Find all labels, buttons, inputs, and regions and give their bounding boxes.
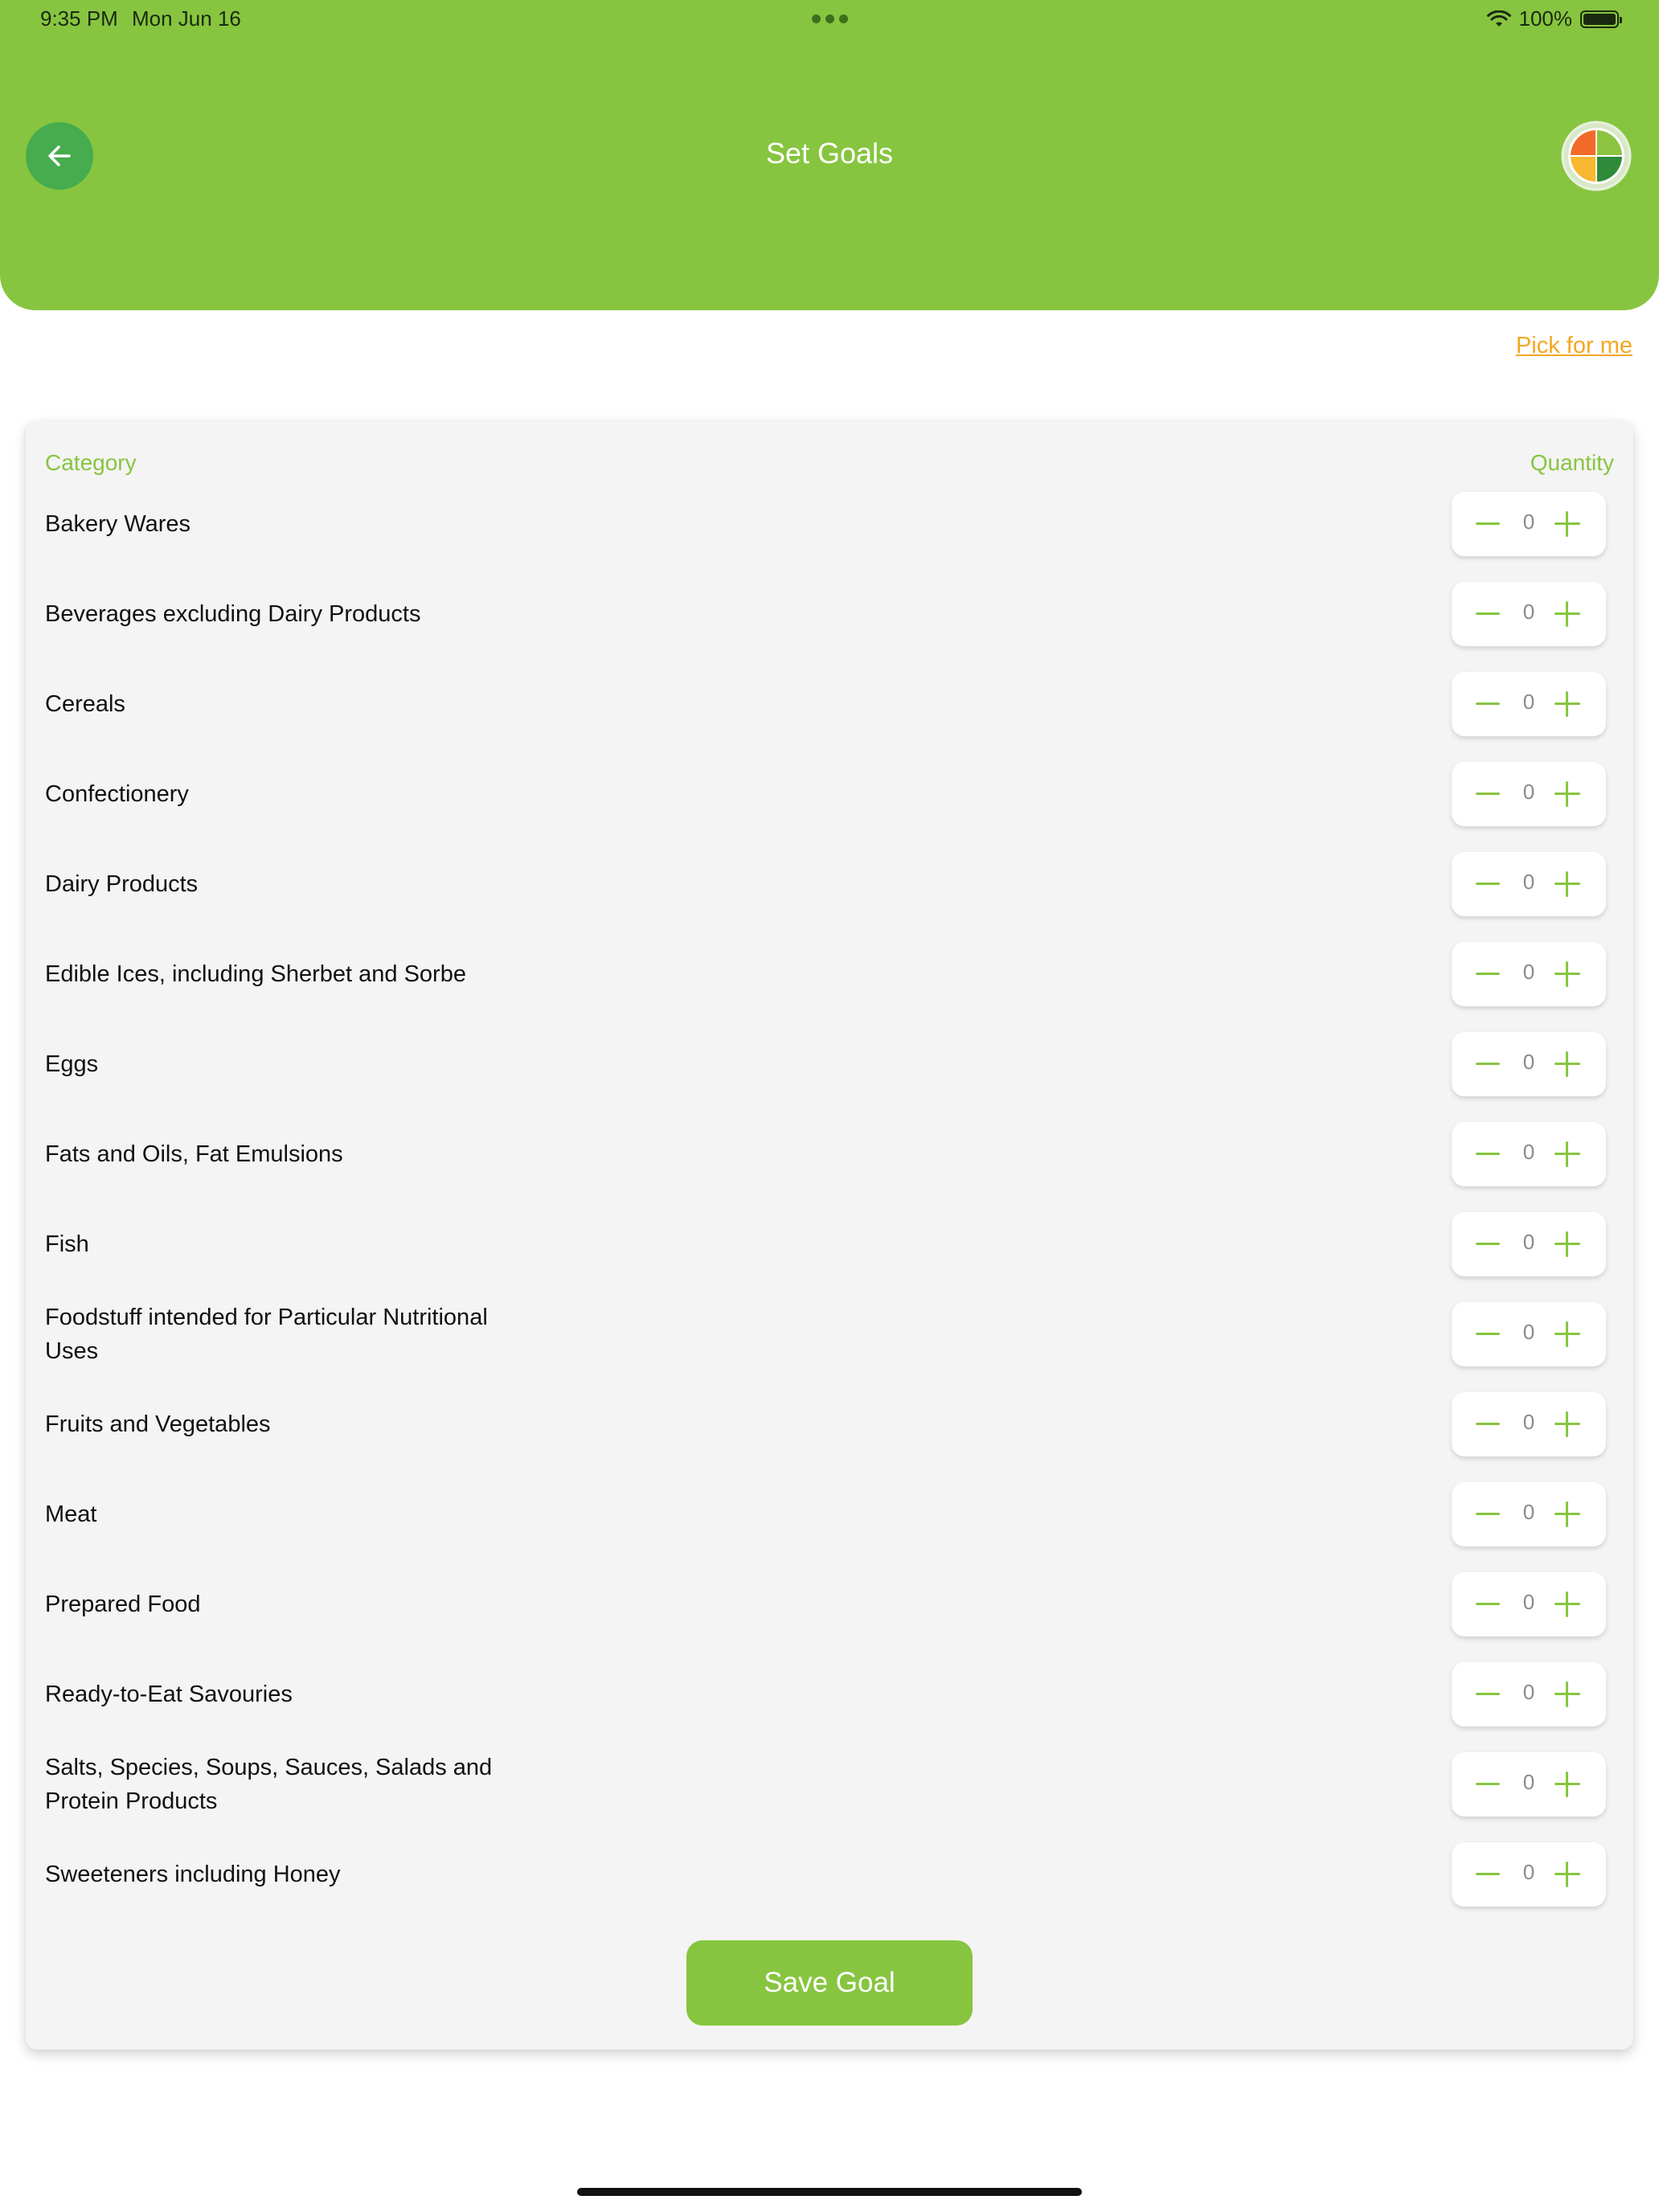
- quantity-stepper: 0: [1452, 1572, 1606, 1636]
- quantity-stepper: 0: [1452, 1482, 1606, 1546]
- plus-icon[interactable]: [1555, 871, 1580, 897]
- quantity-stepper: 0: [1452, 942, 1606, 1006]
- category-label: Bakery Wares: [45, 511, 191, 537]
- table-row: Confectionery 0: [26, 762, 1633, 826]
- quantity-value: 0: [1522, 1590, 1535, 1614]
- quantity-value: 0: [1522, 1140, 1535, 1164]
- save-goal-button[interactable]: Save Goal: [686, 1940, 973, 2026]
- goals-card: Category Quantity Bakery Wares 0 Beverages…: [26, 421, 1633, 2050]
- plus-icon[interactable]: [1555, 1501, 1580, 1527]
- quantity-stepper: 0: [1452, 1212, 1606, 1276]
- quantity-value: 0: [1522, 690, 1535, 714]
- quantity-value: 0: [1522, 600, 1535, 624]
- table-row: Dairy Products 0: [26, 852, 1633, 916]
- category-label: Cereals: [45, 691, 125, 717]
- plus-icon[interactable]: [1555, 1051, 1580, 1077]
- category-label: Eggs: [45, 1051, 99, 1077]
- plus-icon[interactable]: [1555, 1591, 1580, 1617]
- quantity-value: 0: [1522, 1050, 1535, 1074]
- category-label: Meat: [45, 1501, 97, 1527]
- quantity-value: 0: [1522, 510, 1535, 534]
- table-row: Beverages excluding Dairy Products 0: [26, 582, 1633, 646]
- plus-icon[interactable]: [1555, 1682, 1580, 1707]
- plus-icon[interactable]: [1555, 1231, 1580, 1257]
- quantity-value: 0: [1522, 1230, 1535, 1254]
- category-label: Fruits and Vegetables: [45, 1411, 271, 1437]
- quantity-value: 0: [1522, 1410, 1535, 1434]
- battery-percent: 100%: [1518, 6, 1573, 31]
- food-quadrant-logo-icon: [1561, 121, 1632, 191]
- plus-icon[interactable]: [1555, 1862, 1580, 1887]
- quantity-stepper: 0: [1452, 1662, 1606, 1727]
- status-right: 100%: [1486, 6, 1622, 31]
- quantity-stepper: 0: [1452, 1842, 1606, 1907]
- plus-icon[interactable]: [1555, 1772, 1580, 1797]
- table-row: Salts, Species, Soups, Sauces, Salads an…: [26, 1752, 1633, 1817]
- quantity-stepper: 0: [1452, 1302, 1606, 1366]
- quantity-stepper: 0: [1452, 762, 1606, 826]
- table-row: Fish 0: [26, 1212, 1633, 1276]
- quantity-value: 0: [1522, 1770, 1535, 1794]
- plus-icon[interactable]: [1555, 511, 1580, 537]
- quantity-stepper: 0: [1452, 1392, 1606, 1456]
- category-label: Fish: [45, 1231, 89, 1257]
- quantity-stepper: 0: [1452, 1122, 1606, 1186]
- category-label: Ready-to-Eat Savouries: [45, 1682, 293, 1707]
- quantity-stepper: 0: [1452, 672, 1606, 736]
- battery-fill: [1583, 13, 1616, 25]
- table-row: Foodstuff intended for Particular Nutrit…: [26, 1302, 1633, 1366]
- quantity-value: 0: [1522, 1680, 1535, 1704]
- quantity-value: 0: [1522, 870, 1535, 894]
- category-label: Fats and Oils, Fat Emulsions: [45, 1141, 343, 1167]
- category-label: Foodstuff intended for Particular Nutrit…: [45, 1305, 488, 1364]
- table-row: Fruits and Vegetables 0: [26, 1392, 1633, 1456]
- battery-icon: [1580, 10, 1622, 28]
- status-time: 9:35 PM: [40, 6, 118, 31]
- plus-icon[interactable]: [1555, 781, 1580, 807]
- plus-icon[interactable]: [1555, 691, 1580, 717]
- table-row: Cereals 0: [26, 672, 1633, 736]
- category-label: Edible Ices, including Sherbet and Sorbe: [45, 961, 466, 987]
- table-row: Sweeteners including Honey 0: [26, 1842, 1633, 1907]
- quantity-value: 0: [1522, 1860, 1535, 1884]
- plus-icon[interactable]: [1555, 961, 1580, 987]
- plus-icon[interactable]: [1555, 1141, 1580, 1167]
- category-label: Salts, Species, Soups, Sauces, Salads an…: [45, 1755, 493, 1814]
- category-label: Beverages excluding Dairy Products: [45, 601, 421, 627]
- category-label: Dairy Products: [45, 871, 199, 897]
- quantity-stepper: 0: [1452, 1752, 1606, 1817]
- table-row: Ready-to-Eat Savouries 0: [26, 1662, 1633, 1727]
- table-row: Prepared Food 0: [26, 1572, 1633, 1636]
- quantity-stepper: 0: [1452, 582, 1606, 646]
- status-bar: 9:35 PM Mon Jun 16 100%: [0, 0, 1659, 39]
- pick-for-me-link[interactable]: Pick for me: [1516, 333, 1632, 359]
- quantity-value: 0: [1522, 1500, 1535, 1524]
- status-date: Mon Jun 16: [132, 6, 241, 31]
- table-row: Bakery Wares 0: [26, 492, 1633, 556]
- home-indicator[interactable]: [577, 2188, 1082, 2196]
- table-row: Fats and Oils, Fat Emulsions 0: [26, 1122, 1633, 1186]
- quantity-stepper: 0: [1452, 852, 1606, 916]
- quantity-stepper: 0: [1452, 492, 1606, 556]
- quantity-stepper: 0: [1452, 1032, 1606, 1096]
- plus-icon[interactable]: [1555, 601, 1580, 627]
- category-label: Prepared Food: [45, 1591, 201, 1617]
- page-title: Set Goals: [765, 137, 894, 170]
- multitasking-dots-icon[interactable]: [812, 14, 848, 23]
- wifi-icon: [1486, 10, 1511, 27]
- quantity-value: 0: [1522, 780, 1535, 804]
- category-column-header: Category: [45, 450, 137, 475]
- header-bar: 9:35 PM Mon Jun 16 100% Set Goals: [0, 0, 1659, 310]
- plus-icon[interactable]: [1555, 1411, 1580, 1437]
- category-label: Sweeteners including Honey: [45, 1862, 341, 1887]
- table-row: Meat 0: [26, 1482, 1633, 1546]
- category-label: Confectionery: [45, 781, 189, 807]
- avatar[interactable]: [1561, 121, 1632, 191]
- table-row: Edible Ices, including Sherbet and Sorbe…: [26, 942, 1633, 1006]
- quantity-value: 0: [1522, 960, 1535, 984]
- table-row: Eggs 0: [26, 1032, 1633, 1096]
- quantity-value: 0: [1522, 1320, 1535, 1344]
- quantity-column-header: Quantity: [1530, 450, 1614, 475]
- plus-icon[interactable]: [1555, 1321, 1580, 1347]
